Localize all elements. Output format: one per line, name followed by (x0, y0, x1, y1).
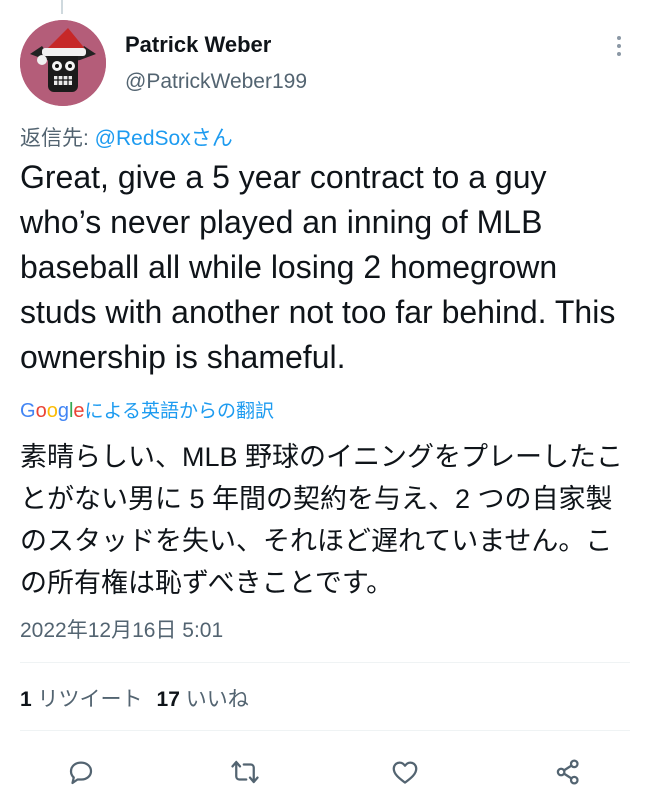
like-button[interactable] (381, 748, 429, 796)
reply-mention-suffix: さん (190, 127, 233, 150)
reply-to-line: 返信先: @RedSoxさん (20, 122, 233, 152)
retweet-count: 1 (20, 688, 32, 711)
thread-connector-line (61, 0, 63, 14)
like-label: いいね (185, 688, 249, 711)
reply-mention-link[interactable]: @RedSoxさん (95, 127, 233, 150)
avatar-image (20, 20, 106, 106)
translation-link[interactable]: による英語からの翻訳 (85, 401, 274, 422)
tweet-action-bar (0, 748, 650, 796)
like-count: 17 (156, 688, 180, 711)
reply-mention-handle: @RedSox (94, 127, 191, 150)
divider-bottom (20, 730, 630, 731)
like-stat[interactable]: 17 いいね (157, 688, 249, 711)
reply-to-prefix: 返信先: (20, 127, 95, 150)
share-button[interactable] (544, 748, 592, 796)
tweet-header: Patrick Weber @PatrickWeber199 (20, 20, 635, 106)
tweet-stats: 1 リツイート 17 いいね (20, 683, 249, 713)
reply-icon (69, 761, 93, 785)
google-logo: Google (20, 400, 85, 422)
author-handle[interactable]: @PatrickWeber199 (125, 70, 307, 94)
tweet-text: Great, give a 5 year contract to a guy w… (20, 159, 625, 375)
divider-top (20, 662, 630, 663)
translation-attribution[interactable]: Googleによる英語からの翻訳 (20, 396, 274, 423)
translated-text: 素晴らしい、MLB 野球のイニングをプレーしたことがない男に 5 年間の契約を与… (20, 442, 624, 598)
retweet-button[interactable] (221, 748, 269, 796)
more-vertical-icon[interactable] (615, 34, 623, 58)
reply-button[interactable] (57, 748, 105, 796)
heart-icon (392, 761, 418, 784)
retweet-label: リツイート (37, 688, 143, 711)
author-name[interactable]: Patrick Weber (125, 32, 271, 58)
retweet-icon (231, 760, 259, 784)
share-icon (556, 759, 579, 785)
retweet-stat[interactable]: 1 リツイート (20, 688, 143, 711)
tweet-timestamp[interactable]: 2022年12月16日 5:01 (20, 614, 223, 644)
avatar[interactable] (20, 20, 106, 106)
